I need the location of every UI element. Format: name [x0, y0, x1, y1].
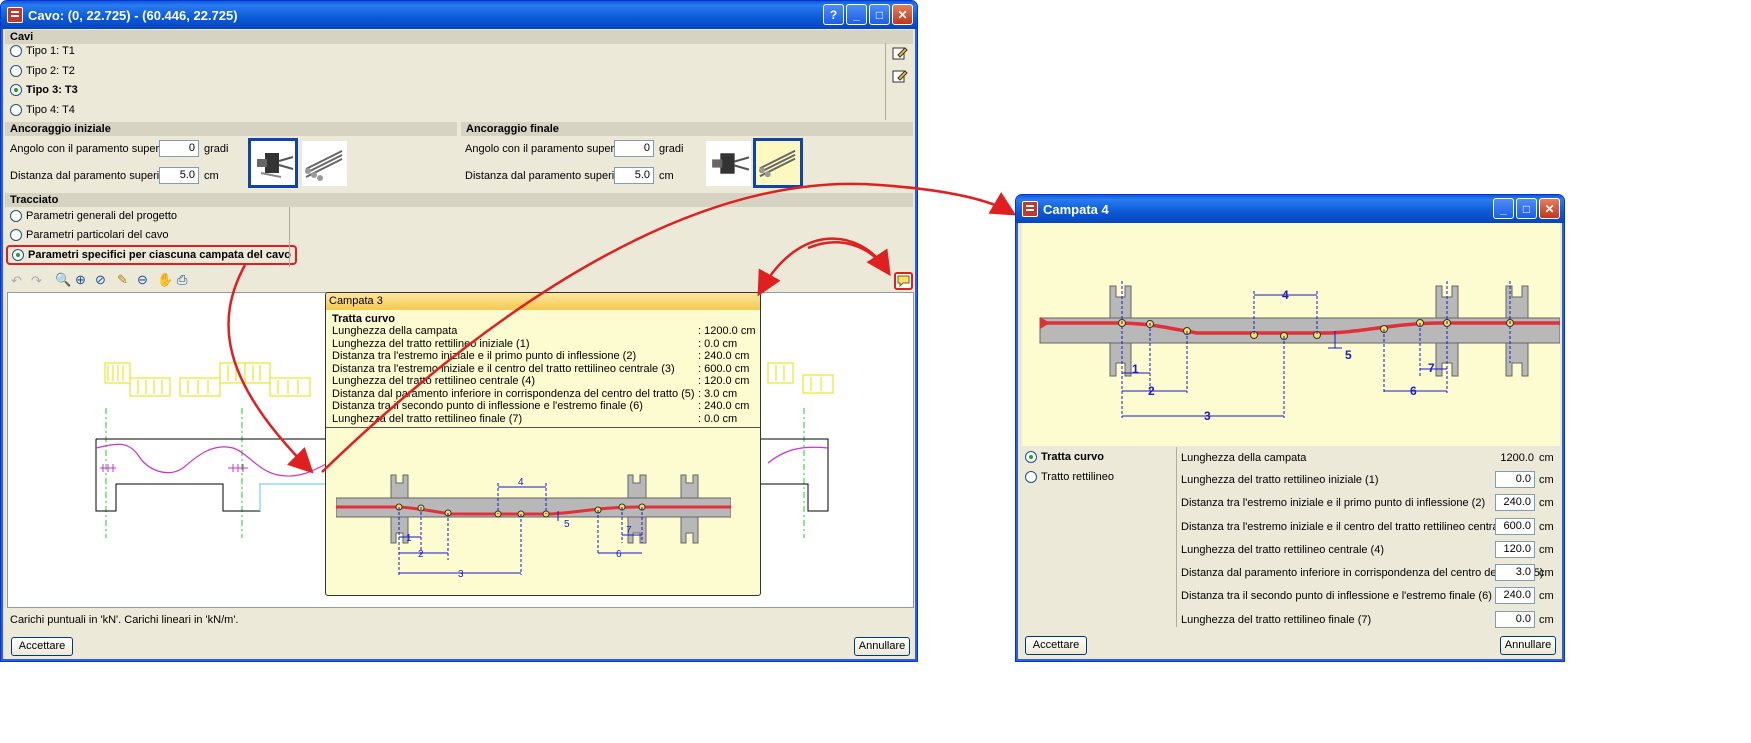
campata-close-button[interactable]: ✕ [1539, 198, 1560, 219]
campata-options-divider [1176, 447, 1177, 627]
c4-dim-label-1: 1 [1132, 362, 1139, 376]
c4-dim-label-4: 4 [1282, 288, 1289, 302]
campata-app-icon [1022, 201, 1038, 217]
radio-curvo[interactable] [1025, 451, 1037, 463]
campata-input-2[interactable]: 240.0 [1495, 494, 1535, 512]
campata-diagram: 1 2 3 4 5 6 7 [1039, 281, 1561, 423]
campata-row: Lunghezza del tratto rettilineo centrale… [1181, 540, 1554, 558]
c4-dim-label-5: 5 [1345, 348, 1352, 362]
campata-input-4[interactable]: 120.0 [1495, 540, 1535, 558]
campata-window-title: Campata 4 [1043, 201, 1109, 217]
campata-rows: Lunghezza della campata 1200.0 cm Lunghe… [1181, 449, 1561, 633]
campata-input-5[interactable]: 3.0 [1495, 564, 1535, 582]
c4-dim-label-2: 2 [1148, 384, 1155, 398]
campata-row: Lunghezza della campata 1200.0 cm [1181, 452, 1554, 464]
campata-cancel-button[interactable]: Annullare [1500, 636, 1556, 655]
campata-input-3[interactable]: 600.0 [1495, 517, 1535, 535]
campata-maximize-button[interactable]: □ [1516, 198, 1537, 219]
campata-row: Distanza tra l'estremo iniziale e il cen… [1181, 517, 1554, 535]
campata-row: Lunghezza del tratto rettilineo iniziale… [1181, 471, 1554, 488]
campata-row: Distanza tra l'estremo iniziale e il pri… [1181, 494, 1554, 512]
campata-diagram-panel: 1 2 3 4 5 6 7 [1022, 223, 1561, 446]
campata-input-1[interactable]: 0.0 [1495, 471, 1535, 488]
campata-minimize-button[interactable]: _ [1493, 198, 1514, 219]
c4-dim-label-3: 3 [1204, 409, 1211, 423]
campata-option-curvo[interactable]: Tratta curvo [1025, 451, 1104, 463]
c4-dim-label-6: 6 [1410, 384, 1417, 398]
campata-accept-button[interactable]: Accettare [1025, 636, 1087, 655]
campata-input-7[interactable]: 0.0 [1495, 610, 1535, 628]
campata-option-rettilineo[interactable]: Tratto rettilineo [1025, 471, 1114, 483]
campata-input-6[interactable]: 240.0 [1495, 587, 1535, 605]
radio-rettilineo[interactable] [1025, 471, 1037, 483]
campata-titlebar[interactable]: Campata 4 _ □ ✕ [1016, 195, 1564, 223]
campata-row: Distanza tra il secondo punto di infless… [1181, 587, 1554, 605]
c4-dim-label-7: 7 [1428, 361, 1435, 375]
campata-length-value: 1200.0 [1500, 452, 1534, 464]
campata-row: Lunghezza del tratto rettilineo finale (… [1181, 610, 1554, 628]
campata-window: Campata 4 _ □ ✕ 1 2 3 4 5 6 7 Tratta cur… [1015, 194, 1565, 662]
campata-row: Distanza dal paramento inferiore in corr… [1181, 564, 1554, 582]
